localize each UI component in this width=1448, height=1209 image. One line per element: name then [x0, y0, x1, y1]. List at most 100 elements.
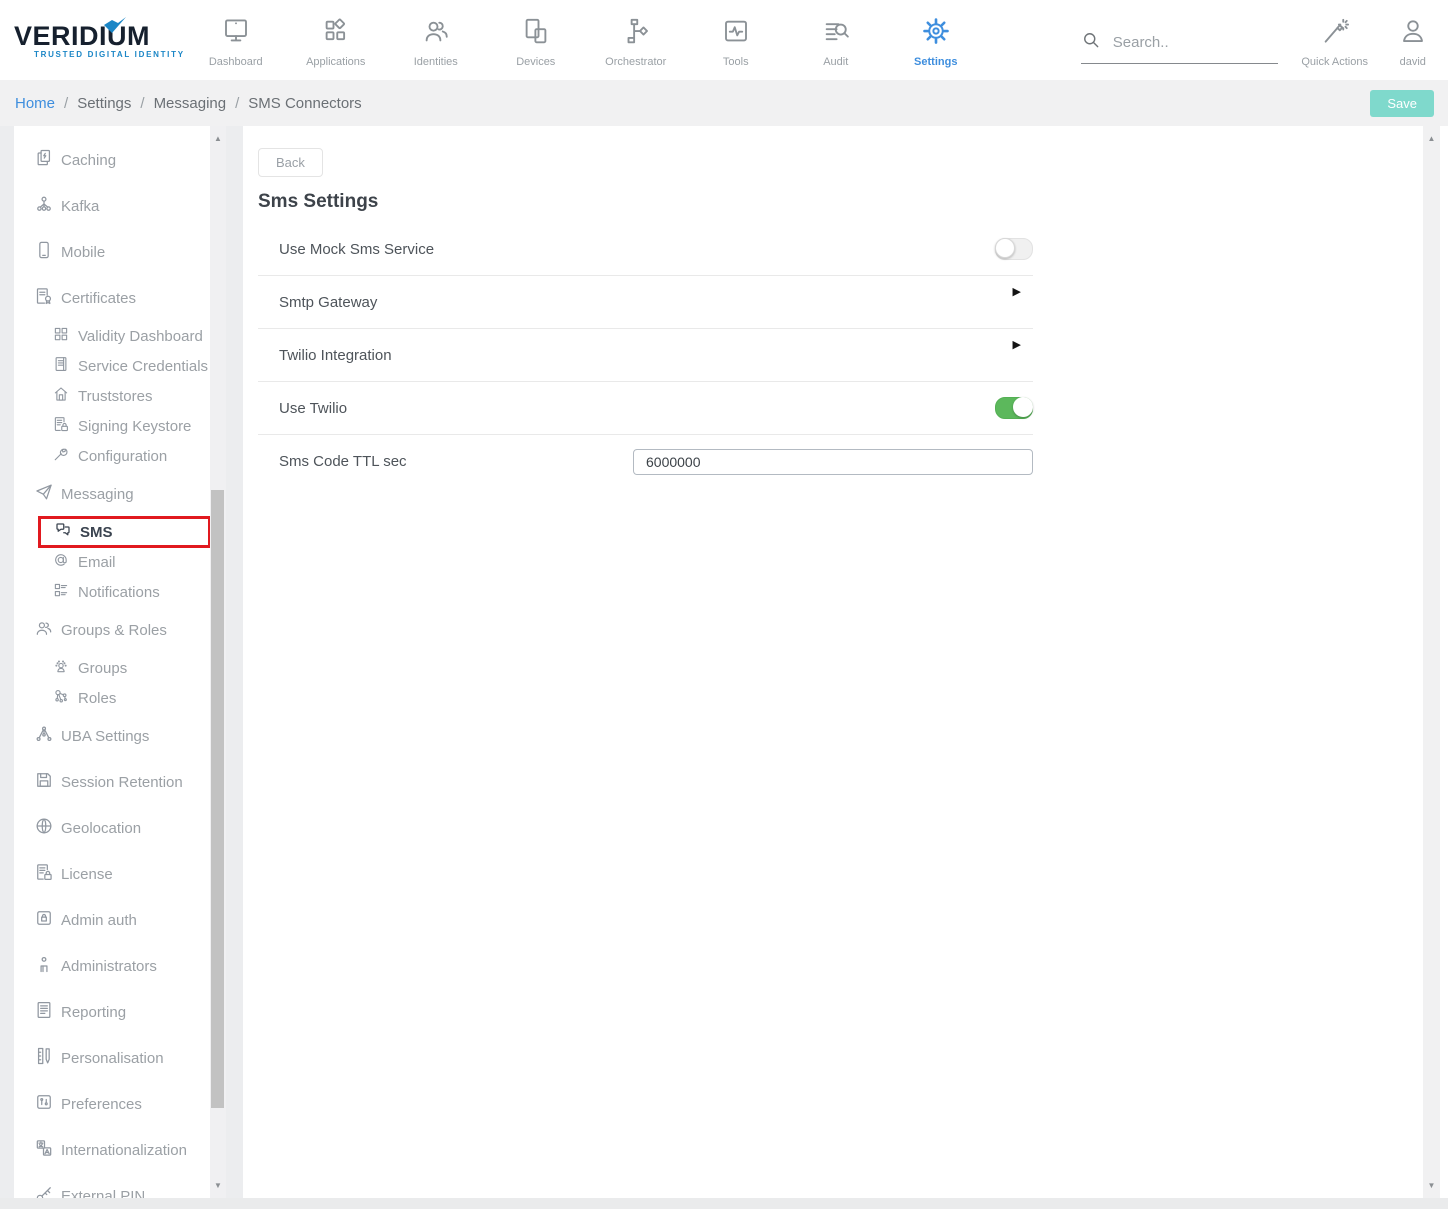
sidebar-item-sms[interactable]: SMS [38, 516, 211, 548]
breadcrumb-item-messaging: Messaging [154, 95, 227, 112]
setting-label: Use Twilio [279, 400, 347, 417]
nav-item-tools[interactable]: Tools [686, 12, 786, 68]
sidebar-item-groups-roles[interactable]: Groups & Roles [14, 607, 226, 653]
sidebar-item-label: Groups [78, 660, 127, 677]
doc-lock-icon [52, 415, 70, 437]
input-sms-code-ttl-sec[interactable] [633, 449, 1033, 475]
sidebar-item-session-retention[interactable]: Session Retention [14, 759, 226, 805]
sidebar-item-label: Kafka [61, 198, 99, 215]
sidebar-item-label: Mobile [61, 244, 105, 261]
nav-item-orchestrator[interactable]: Orchestrator [586, 12, 686, 68]
people-icon [34, 618, 54, 642]
quick-actions-button[interactable]: Quick Actions [1286, 12, 1384, 68]
setting-label: Smtp Gateway [279, 294, 377, 311]
sidebar-item-roles[interactable]: Roles [14, 683, 226, 713]
kafka-icon [34, 194, 54, 218]
sidebar-item-service-credentials[interactable]: Service Credentials [14, 351, 226, 381]
sidebar-item-label: Certificates [61, 290, 136, 307]
sidebar-item-license[interactable]: License [14, 851, 226, 897]
sidebar-item-internationalization[interactable]: Internationalization [14, 1127, 226, 1173]
sidebar-item-label: Reporting [61, 1004, 126, 1021]
sidebar-item-email[interactable]: Email [14, 547, 226, 577]
sidebar-item-configuration[interactable]: Configuration [14, 441, 226, 471]
user-name-label: david [1400, 56, 1426, 68]
search-input[interactable] [1111, 33, 1265, 52]
grid-icon [52, 325, 70, 347]
branch-icon [34, 724, 54, 748]
tools-icon [721, 16, 751, 51]
sidebar-item-label: Session Retention [61, 774, 183, 791]
sidebar-item-notifications[interactable]: Notifications [14, 577, 226, 607]
sidebar-item-external-pin[interactable]: External PIN [14, 1173, 226, 1198]
brand-name: VERIDIUM [14, 22, 186, 50]
sidebar-item-truststores[interactable]: Truststores [14, 381, 226, 411]
scroll-up-icon[interactable]: ▲ [1423, 134, 1440, 143]
sidebar-item-certificates[interactable]: Certificates [14, 275, 226, 321]
user-menu[interactable]: david [1383, 12, 1442, 68]
sidebar-item-label: Email [78, 554, 116, 571]
sidebar-item-label: Service Credentials [78, 358, 208, 375]
group-icon [52, 657, 70, 679]
sidebar-scrollbar-thumb[interactable] [211, 490, 224, 1108]
toggle-use-twilio[interactable] [995, 397, 1033, 419]
settings-row-sms-code-ttl-sec: Sms Code TTL sec [258, 435, 1033, 488]
lock-square-icon [34, 908, 54, 932]
sidebar-item-label: Administrators [61, 958, 157, 975]
wrench-icon [52, 445, 70, 467]
toggle-use-mock-sms-service[interactable] [995, 238, 1033, 260]
scroll-up-icon[interactable]: ▲ [210, 134, 226, 143]
brand-logo[interactable]: VERIDIUM TRUSTED DIGITAL IDENTITY [14, 22, 186, 59]
expand-arrow-icon[interactable]: ▶ [1013, 287, 1021, 298]
sidebar-item-reporting[interactable]: Reporting [14, 989, 226, 1035]
sidebar-item-administrators[interactable]: Administrators [14, 943, 226, 989]
doc-lock-icon [34, 862, 54, 886]
scroll-down-icon[interactable]: ▼ [210, 1181, 226, 1190]
sidebar-item-groups[interactable]: Groups [14, 653, 226, 683]
main-scrollbar[interactable]: ▲ ▼ [1423, 126, 1440, 1198]
save-button[interactable]: Save [1370, 90, 1434, 117]
sidebar-item-geolocation[interactable]: Geolocation [14, 805, 226, 851]
roles-network-icon [52, 687, 70, 709]
expand-arrow-icon[interactable]: ▶ [1013, 340, 1021, 351]
sidebar-item-label: Signing Keystore [78, 418, 191, 435]
top-header: VERIDIUM TRUSTED DIGITAL IDENTITY Dashbo… [0, 0, 1448, 80]
sidebar-item-label: Roles [78, 690, 116, 707]
sidebar-item-label: Admin auth [61, 912, 137, 929]
sidebar-item-personalisation[interactable]: Personalisation [14, 1035, 226, 1081]
sidebar-item-admin-auth[interactable]: Admin auth [14, 897, 226, 943]
monitor-icon [221, 16, 251, 51]
scroll-down-icon[interactable]: ▼ [1423, 1181, 1440, 1190]
sidebar-item-label: Personalisation [61, 1050, 164, 1067]
nav-item-settings[interactable]: Settings [886, 12, 986, 68]
nav-item-label: Settings [914, 56, 957, 68]
nav-item-label: Dashboard [209, 56, 263, 68]
breadcrumb-item-home[interactable]: Home [15, 95, 55, 112]
nav-item-label: Audit [823, 56, 848, 68]
ruler-pen-icon [34, 1046, 54, 1070]
devices-icon [521, 16, 551, 51]
certificates-icon [34, 286, 54, 310]
sidebar-scrollbar[interactable]: ▲ ▼ [210, 126, 226, 1198]
nav-item-dashboard[interactable]: Dashboard [186, 12, 286, 68]
sidebar-item-uba-settings[interactable]: UBA Settings [14, 713, 226, 759]
sidebar-item-label: Messaging [61, 486, 134, 503]
sidebar-item-signing-keystore[interactable]: Signing Keystore [14, 411, 226, 441]
nav-item-audit[interactable]: Audit [786, 12, 886, 68]
sidebar-item-label: Configuration [78, 448, 167, 465]
sidebar-item-kafka[interactable]: Kafka [14, 183, 226, 229]
sidebar-item-caching[interactable]: Caching [14, 137, 226, 183]
setting-label: Use Mock Sms Service [279, 241, 434, 258]
sidebar-item-label: Validity Dashboard [78, 328, 203, 345]
sidebar-item-mobile[interactable]: Mobile [14, 229, 226, 275]
nav-item-identities[interactable]: Identities [386, 12, 486, 68]
sidebar-item-validity-dashboard[interactable]: Validity Dashboard [14, 321, 226, 351]
nav-item-label: Applications [306, 56, 365, 68]
translate-icon [34, 1138, 54, 1162]
sidebar-item-messaging[interactable]: Messaging [14, 471, 226, 517]
nav-item-devices[interactable]: Devices [486, 12, 586, 68]
back-button[interactable]: Back [258, 148, 323, 177]
sidebar-item-preferences[interactable]: Preferences [14, 1081, 226, 1127]
nav-item-applications[interactable]: Applications [286, 12, 386, 68]
brand-check-icon [102, 16, 128, 36]
toggle-knob [995, 238, 1015, 258]
